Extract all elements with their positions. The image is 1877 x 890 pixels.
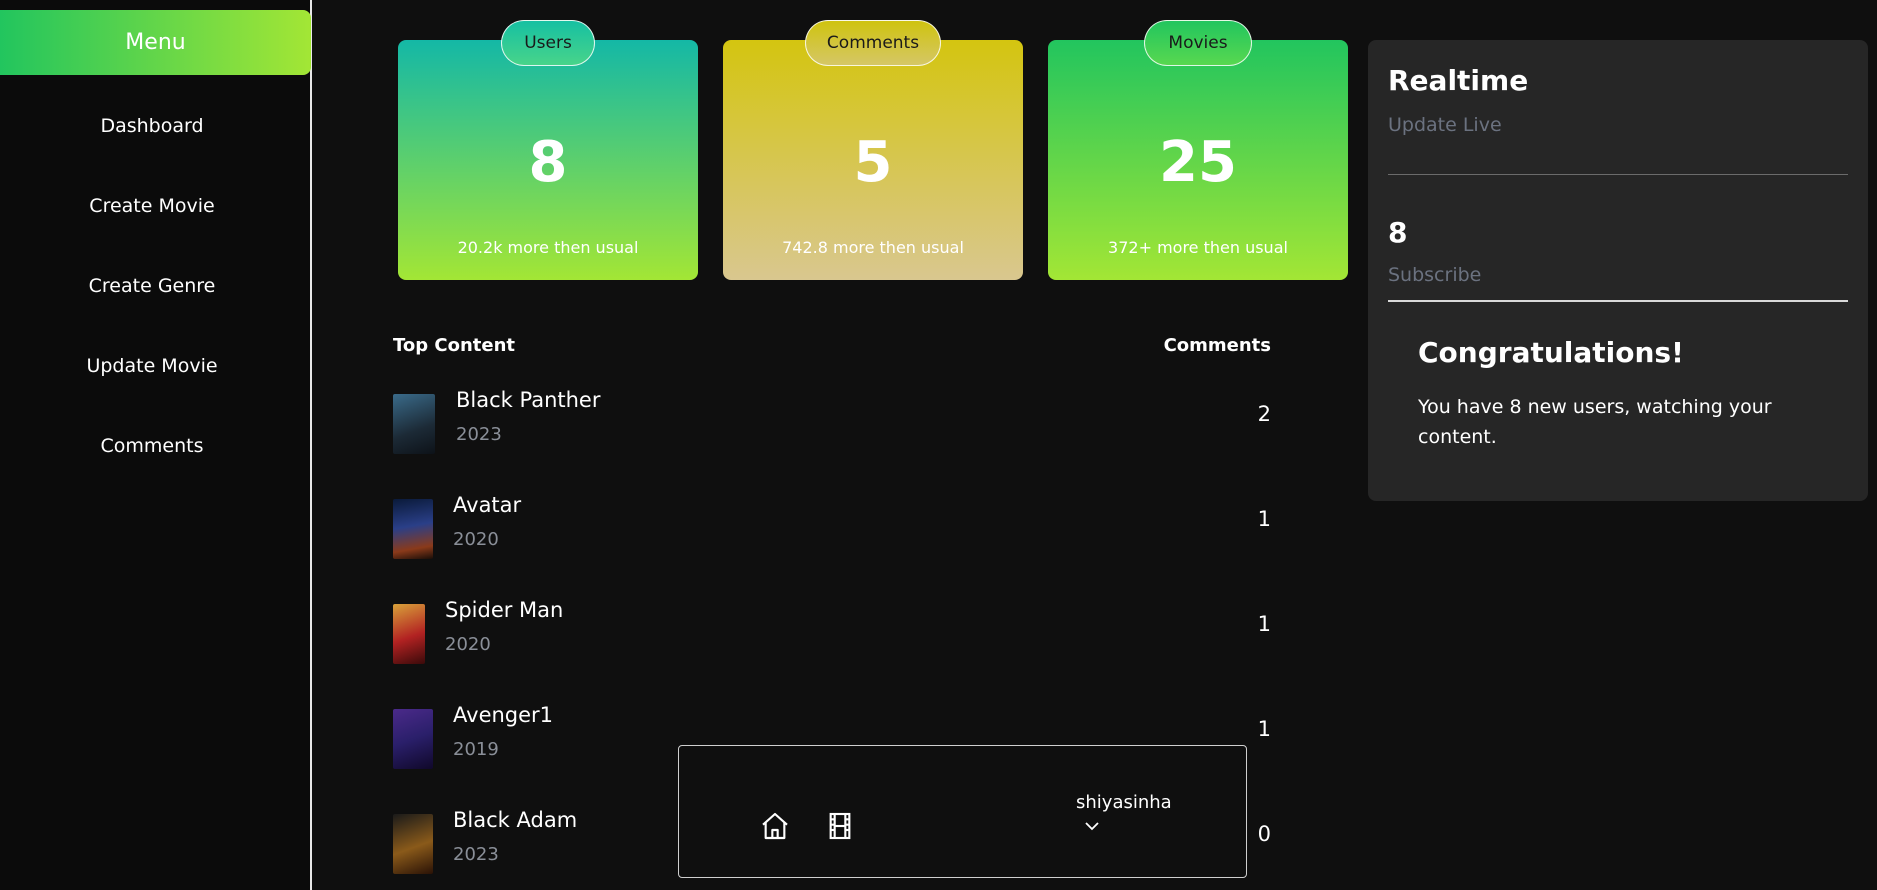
user-menu-button[interactable]: shiyasinha — [1076, 792, 1172, 813]
comments-stat-card: Comments 5 742.8 more then usual — [723, 20, 1023, 280]
sidebar-item-create-genre[interactable]: Create Genre — [0, 246, 304, 326]
sidebar-item-comments[interactable]: Comments — [0, 406, 304, 486]
top-content-header: Top Content Comments — [393, 335, 1271, 356]
movie-title: Spider Man — [445, 598, 564, 622]
movie-poster — [393, 604, 425, 664]
movie-year: 2023 — [453, 844, 499, 865]
movie-year: 2020 — [453, 529, 499, 550]
list-item[interactable]: Avatar 2020 1 — [393, 487, 1271, 592]
movies-stat-card: Movies 25 372+ more then usual — [1048, 20, 1348, 280]
list-item[interactable]: Spider Man 2020 1 — [393, 592, 1271, 697]
comment-count: 1 — [1257, 507, 1271, 531]
movies-stat-subtext: 372+ more then usual — [1108, 238, 1288, 257]
sidebar: Menu Dashboard Create Movie Create Genre… — [0, 0, 312, 890]
sidebar-item-create-movie[interactable]: Create Movie — [0, 166, 304, 246]
sidebar-nav: Dashboard Create Movie Create Genre Upda… — [0, 86, 304, 486]
movie-year: 2019 — [453, 739, 499, 760]
movie-title: Black Adam — [453, 808, 578, 832]
realtime-subtitle: Update Live — [1388, 114, 1502, 136]
movie-title: Avatar — [453, 493, 522, 517]
comments-stat-subtext: 742.8 more then usual — [782, 238, 964, 257]
top-content-title: Top Content — [393, 335, 516, 356]
movies-stat-value: 25 — [1159, 130, 1237, 195]
divider — [1388, 174, 1848, 175]
chevron-down-icon[interactable] — [1083, 818, 1101, 832]
users-stat-subtext: 20.2k more then usual — [457, 238, 639, 257]
home-icon[interactable] — [759, 810, 791, 842]
subscribe-label: Subscribe — [1388, 264, 1482, 286]
comment-count: 2 — [1257, 402, 1271, 426]
sidebar-item-update-movie[interactable]: Update Movie — [0, 326, 304, 406]
movie-poster — [393, 394, 435, 454]
sidebar-item-dashboard[interactable]: Dashboard — [0, 86, 304, 166]
congrats-title: Congratulations! — [1418, 336, 1684, 369]
list-item[interactable]: Black Panther 2023 2 — [393, 382, 1271, 487]
comments-stat-label: Comments — [805, 20, 941, 66]
movie-poster — [393, 814, 433, 874]
comments-stat-value: 5 — [853, 130, 893, 195]
comments-column-title: Comments — [1163, 335, 1271, 356]
realtime-title: Realtime — [1388, 64, 1529, 97]
movie-title: Black Panther — [456, 388, 601, 412]
movie-year: 2023 — [456, 424, 502, 445]
users-stat-value: 8 — [528, 130, 568, 195]
subscribe-count: 8 — [1388, 216, 1408, 249]
comment-count: 1 — [1257, 612, 1271, 636]
comment-count: 1 — [1257, 717, 1271, 741]
congrats-message: You have 8 new users, watching your cont… — [1418, 396, 1772, 448]
users-stat-card: Users 8 20.2k more then usual — [398, 20, 698, 280]
movies-stat-label: Movies — [1144, 20, 1252, 66]
movie-poster — [393, 709, 433, 769]
film-icon[interactable] — [824, 810, 856, 842]
movie-year: 2020 — [445, 634, 491, 655]
divider — [1388, 300, 1848, 302]
realtime-panel: Realtime Update Live 8 Subscribe Congrat… — [1368, 40, 1868, 501]
bottom-nav-bar: shiyasinha — [678, 745, 1247, 878]
menu-header: Menu — [0, 10, 311, 75]
movie-title: Avenger1 — [453, 703, 554, 727]
dashboard-app: Menu Dashboard Create Movie Create Genre… — [0, 0, 1877, 890]
movie-poster — [393, 499, 433, 559]
users-stat-label: Users — [501, 20, 595, 66]
comment-count: 0 — [1257, 822, 1271, 846]
